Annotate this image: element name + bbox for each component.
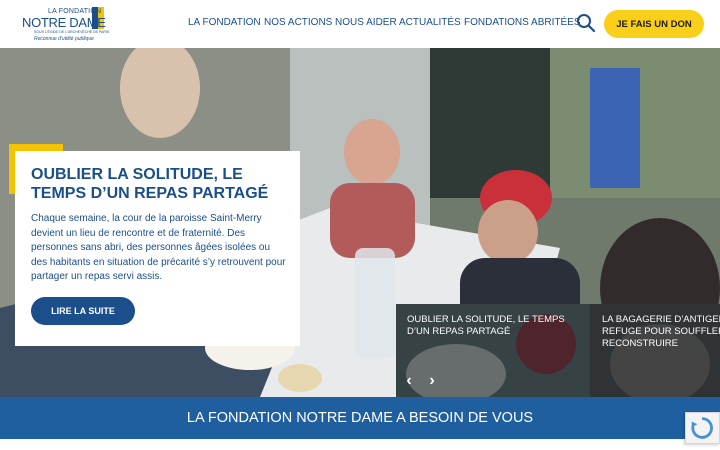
logo-line-3: SOUS L'ÉGIDE DE L'ARCHEVÊCHÉ DE PARIS <box>34 30 110 34</box>
nav-item-la-fondation[interactable]: La fondation <box>188 17 261 28</box>
banner-text: La Fondation Notre Dame a besoin de vous <box>186 410 534 426</box>
feature-card: Oublier la solitude, le temps d’un repas… <box>15 151 300 346</box>
logo-tagline: Reconnue d'utilité publique <box>34 36 94 42</box>
read-more-button[interactable]: LIRE LA SUITE <box>31 297 135 325</box>
nav-item-actualites[interactable]: Actualités <box>399 17 461 28</box>
logo-line-2: NOTRE DAME <box>22 15 106 30</box>
site-header: LA FONDATION NOTRE DAME SOUS L'ÉGIDE DE … <box>0 0 720 48</box>
support-banner[interactable]: La Fondation Notre Dame a besoin de vous <box>0 397 720 439</box>
site-logo[interactable]: LA FONDATION NOTRE DAME SOUS L'ÉGIDE DE … <box>20 6 110 44</box>
recaptcha-icon <box>691 417 713 439</box>
thumb-title: Oublier la solitude, le temps d’un repas… <box>407 314 565 337</box>
feature-title[interactable]: Oublier la solitude, le temps d’un repas… <box>31 165 291 203</box>
carousel-thumb-2[interactable]: La Bagagerie d’Antigel, refuge pour souf… <box>590 304 720 397</box>
logo-line-1: LA FONDATION <box>48 8 102 15</box>
carousel-next-arrow-icon[interactable]: › <box>425 372 439 389</box>
nav-item-fondations-abritees[interactable]: Fondations abritées <box>464 17 581 28</box>
nav-item-nos-actions[interactable]: Nos actions <box>264 17 332 28</box>
thumb-title: La Bagagerie d’Antigel, refuge pour souf… <box>602 314 720 349</box>
nav-item-nous-aider[interactable]: Nous aider <box>335 17 397 28</box>
recaptcha-badge[interactable] <box>685 412 720 444</box>
feature-text: Chaque semaine, la cour de la paroisse S… <box>31 213 286 282</box>
donate-button[interactable]: JE FAIS UN DON <box>604 10 704 38</box>
carousel-prev-arrow-icon[interactable]: ‹ <box>402 372 416 389</box>
search-icon[interactable] <box>576 13 596 33</box>
hero-carousel: Oublier la solitude, le temps d’un repas… <box>0 48 720 397</box>
